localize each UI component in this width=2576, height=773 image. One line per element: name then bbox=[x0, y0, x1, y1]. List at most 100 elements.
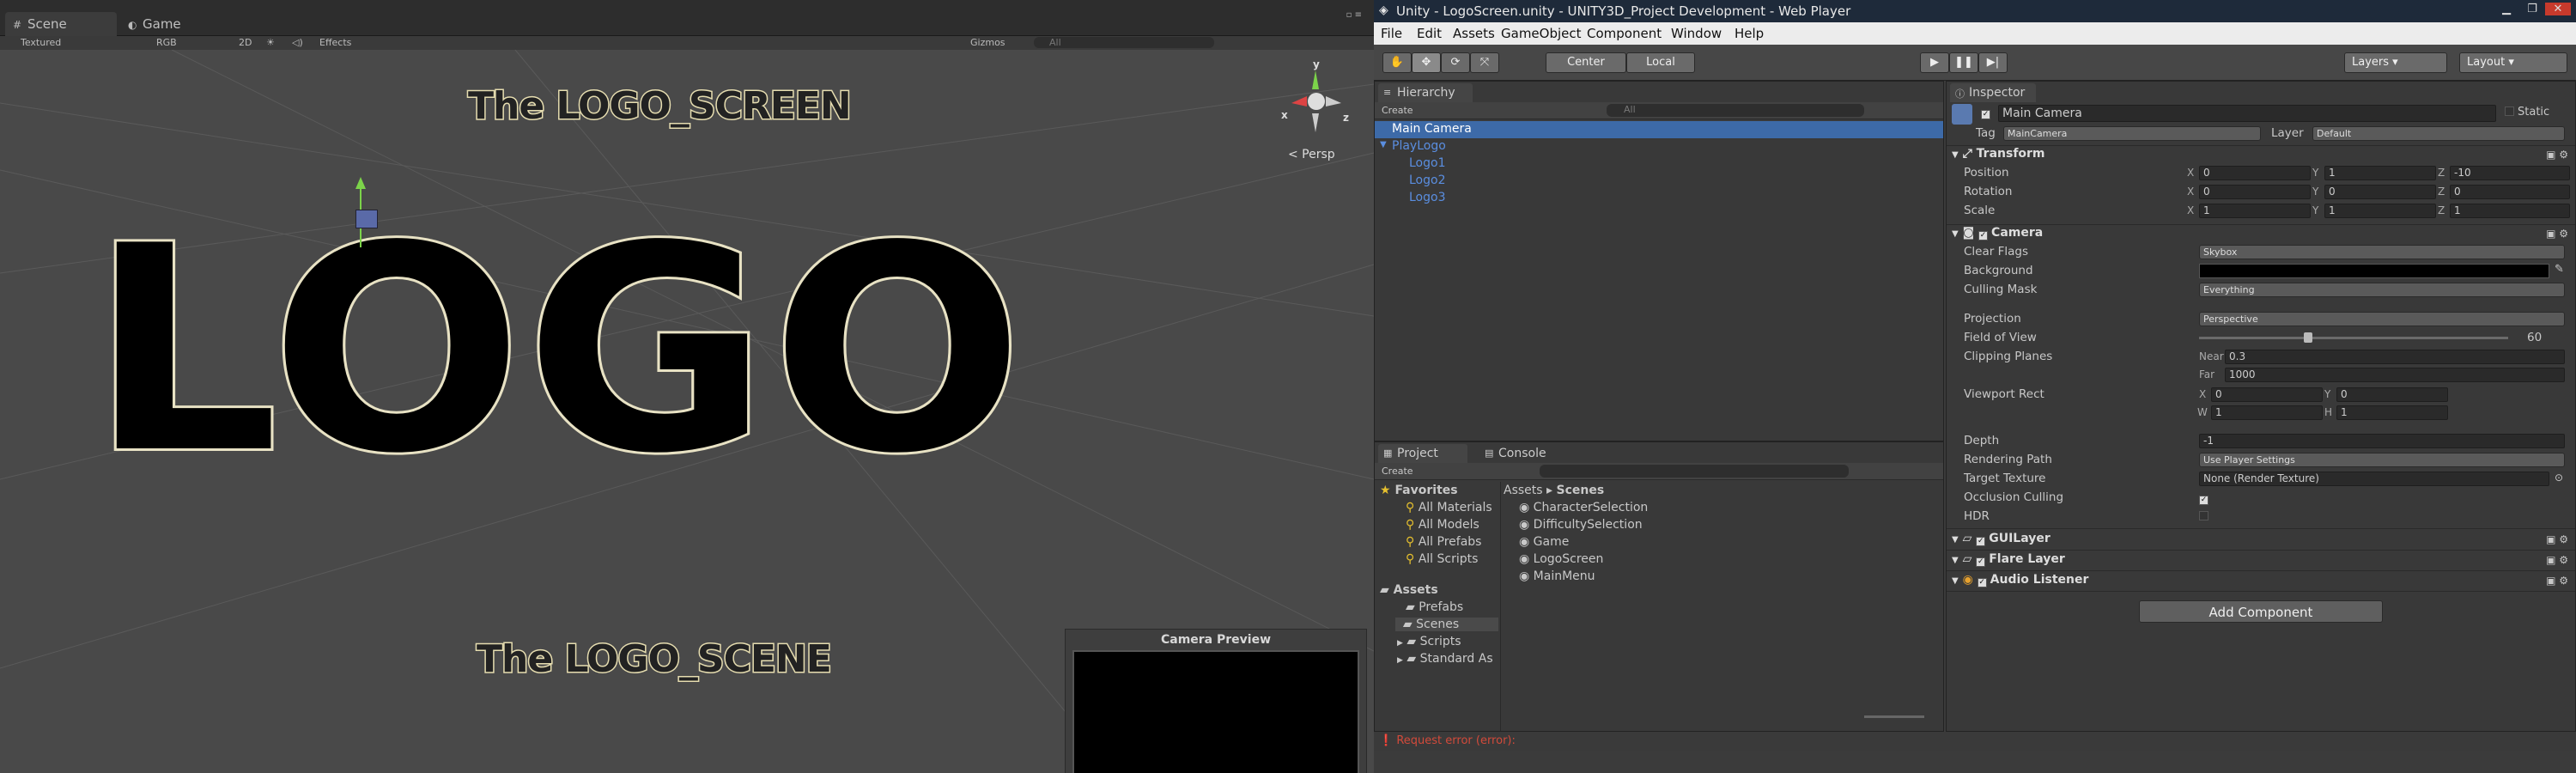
lighting-icon[interactable]: ☀ bbox=[266, 37, 275, 48]
component-settings-icon[interactable]: ▣ ⚙ bbox=[2546, 554, 2568, 566]
mode-2d-toggle[interactable]: 2D bbox=[239, 37, 252, 48]
scene-file[interactable]: ◉ DifficultySelection bbox=[1519, 518, 1643, 532]
hierarchy-item-playlogo[interactable]: ▼ PlayLogo bbox=[1380, 138, 1446, 155]
project-search-input[interactable] bbox=[1540, 465, 1849, 478]
menu-component[interactable]: Component bbox=[1587, 26, 1662, 41]
pivot-local-button[interactable]: Local bbox=[1626, 52, 1695, 73]
pivot-center-button[interactable]: Center bbox=[1546, 52, 1626, 73]
scale-tool-icon[interactable]: ⤧ bbox=[1470, 52, 1499, 73]
object-name-input[interactable]: Main Camera bbox=[1998, 105, 2496, 122]
viewport-x-input[interactable]: 0 bbox=[2211, 387, 2323, 402]
close-icon[interactable]: ✕ bbox=[2545, 3, 2571, 15]
rotate-tool-icon[interactable]: ⟳ bbox=[1441, 52, 1470, 73]
transform-header[interactable]: ▼ ⤢ Transform bbox=[1952, 147, 2295, 164]
fov-value[interactable]: 60 bbox=[2527, 331, 2542, 344]
tab-console[interactable]: ▤ Console bbox=[1479, 444, 1565, 463]
rotation-y-input[interactable]: 0 bbox=[2324, 185, 2436, 199]
tag-dropdown[interactable]: MainCamera bbox=[2003, 126, 2261, 141]
scale-z-input[interactable]: 1 bbox=[2450, 204, 2570, 218]
tab-project[interactable]: ▦ Project bbox=[1378, 444, 1467, 463]
depth-input[interactable]: -1 bbox=[2199, 434, 2565, 448]
favorite-all-models[interactable]: ⚲ All Models bbox=[1406, 518, 1479, 532]
flare-layer-header[interactable]: ▼ ▱ ✓ Flare Layer bbox=[1952, 552, 2295, 569]
target-texture-field[interactable]: None (Render Texture) bbox=[2199, 472, 2549, 486]
gizmos-dropdown[interactable]: Gizmos bbox=[970, 37, 1005, 48]
tab-game[interactable]: ◐ Game bbox=[120, 12, 232, 36]
move-tool-icon[interactable]: ✥ bbox=[1412, 52, 1441, 73]
project-create-button[interactable]: Create bbox=[1382, 466, 1413, 477]
expand-arrow-icon[interactable]: ▼ bbox=[1380, 140, 1387, 149]
hierarchy-search-input[interactable]: All bbox=[1607, 104, 1864, 117]
eyedropper-icon[interactable]: ✎ bbox=[2555, 263, 2564, 276]
hand-tool-icon[interactable]: ✋ bbox=[1382, 52, 1412, 73]
rendering-path-dropdown[interactable]: Use Player Settings bbox=[2199, 453, 2565, 467]
step-icon[interactable]: ▶| bbox=[1978, 52, 2008, 73]
object-picker-icon[interactable]: ⊙ bbox=[2555, 472, 2563, 484]
transform-gizmo[interactable] bbox=[275, 127, 412, 247]
far-input[interactable]: 1000 bbox=[2225, 368, 2565, 382]
layers-dropdown[interactable]: Layers ▾ bbox=[2344, 52, 2447, 73]
active-checkbox[interactable]: ✓ bbox=[1981, 106, 1994, 119]
culling-mask-dropdown[interactable]: Everything bbox=[2199, 283, 2565, 297]
projection-dropdown[interactable]: Perspective bbox=[2199, 312, 2565, 326]
component-settings-icon[interactable]: ▣ ⚙ bbox=[2546, 228, 2568, 240]
component-settings-icon[interactable]: ▣ ⚙ bbox=[2546, 149, 2568, 161]
viewport-y-input[interactable]: 0 bbox=[2336, 387, 2448, 402]
position-y-input[interactable]: 1 bbox=[2324, 166, 2436, 180]
layout-dropdown[interactable]: Layout ▾ bbox=[2459, 52, 2567, 73]
component-settings-icon[interactable]: ▣ ⚙ bbox=[2546, 575, 2568, 587]
hierarchy-item-main-camera[interactable]: Main Camera bbox=[1375, 121, 1943, 138]
position-z-input[interactable]: -10 bbox=[2450, 166, 2570, 180]
near-input[interactable]: 0.3 bbox=[2225, 350, 2565, 364]
restore-icon[interactable]: ❐ bbox=[2519, 3, 2545, 15]
hierarchy-item-logo1[interactable]: Logo1 bbox=[1409, 155, 1445, 173]
minimize-icon[interactable]: ▁ bbox=[2494, 3, 2519, 15]
tab-scene[interactable]: # Scene bbox=[5, 12, 117, 36]
layer-dropdown[interactable]: Default bbox=[2312, 126, 2565, 141]
guilayer-header[interactable]: ▼ ▱ ✓ GUILayer bbox=[1952, 532, 2295, 549]
hdr-checkbox[interactable] bbox=[2199, 510, 2212, 523]
favorite-all-scripts[interactable]: ⚲ All Scripts bbox=[1406, 552, 1478, 566]
effects-dropdown[interactable]: Effects bbox=[319, 37, 351, 48]
scene-file[interactable]: ◉ Game bbox=[1519, 535, 1569, 549]
rotation-x-input[interactable]: 0 bbox=[2199, 185, 2311, 199]
status-message[interactable]: Request error (error): bbox=[1396, 734, 1516, 747]
occlusion-culling-checkbox[interactable]: ✓ bbox=[2199, 491, 2212, 505]
scene-viewport[interactable]: The LOGO_SCREEN LOGO The LOGO_SCENE y x … bbox=[0, 50, 1374, 773]
folder-scenes[interactable]: ▰ Scenes bbox=[1395, 618, 1498, 631]
scene-file[interactable]: ◉ LogoScreen bbox=[1519, 552, 1603, 566]
breadcrumb-assets[interactable]: Assets bbox=[1504, 484, 1543, 497]
position-x-input[interactable]: 0 bbox=[2199, 166, 2311, 180]
favorite-all-prefabs[interactable]: ⚲ All Prefabs bbox=[1406, 535, 1481, 549]
audio-listener-header[interactable]: ▼ ◉ ✓ Audio Listener bbox=[1952, 573, 2295, 590]
scene-file[interactable]: ◉ MainMenu bbox=[1519, 569, 1595, 583]
scene-file[interactable]: ◉ CharacterSelection bbox=[1519, 501, 1648, 514]
maximize-icon[interactable]: ▫ ≡ bbox=[1346, 10, 1362, 20]
hierarchy-item-logo3[interactable]: Logo3 bbox=[1409, 190, 1445, 207]
folder-standard-assets[interactable]: ▶ ▰ Standard As bbox=[1397, 652, 1493, 666]
favorite-all-materials[interactable]: ⚲ All Materials bbox=[1406, 501, 1492, 514]
render-mode-dropdown[interactable]: Textured bbox=[21, 37, 61, 48]
persp-label[interactable]: < Persp bbox=[1288, 148, 1335, 161]
favorites-header[interactable]: ★ Favorites bbox=[1380, 484, 1458, 497]
tab-hierarchy[interactable]: ≡ Hierarchy bbox=[1378, 83, 1473, 102]
scale-y-input[interactable]: 1 bbox=[2324, 204, 2436, 218]
camera-header[interactable]: ▼ ◙ ✓ Camera bbox=[1952, 226, 2295, 243]
menu-help[interactable]: Help bbox=[1735, 26, 1764, 41]
menu-window[interactable]: Window bbox=[1671, 26, 1722, 41]
camera-gizmo-icon[interactable] bbox=[355, 210, 378, 228]
play-icon[interactable]: ▶ bbox=[1920, 52, 1949, 73]
assets-header[interactable]: ▰ Assets bbox=[1380, 583, 1438, 597]
pause-icon[interactable]: ❚❚ bbox=[1949, 52, 1978, 73]
menu-assets[interactable]: Assets bbox=[1453, 26, 1495, 41]
menu-gameobject[interactable]: GameObject bbox=[1501, 26, 1582, 41]
viewport-h-input[interactable]: 1 bbox=[2336, 405, 2448, 420]
menu-edit[interactable]: Edit bbox=[1417, 26, 1442, 41]
color-mode-dropdown[interactable]: RGB bbox=[156, 37, 177, 48]
scene-search-input[interactable]: All bbox=[1034, 37, 1214, 48]
static-checkbox[interactable]: Static bbox=[2505, 106, 2549, 119]
background-color-swatch[interactable] bbox=[2199, 264, 2549, 278]
folder-prefabs[interactable]: ▰ Prefabs bbox=[1406, 600, 1463, 614]
rotation-z-input[interactable]: 0 bbox=[2450, 185, 2570, 199]
viewport-w-input[interactable]: 1 bbox=[2211, 405, 2323, 420]
